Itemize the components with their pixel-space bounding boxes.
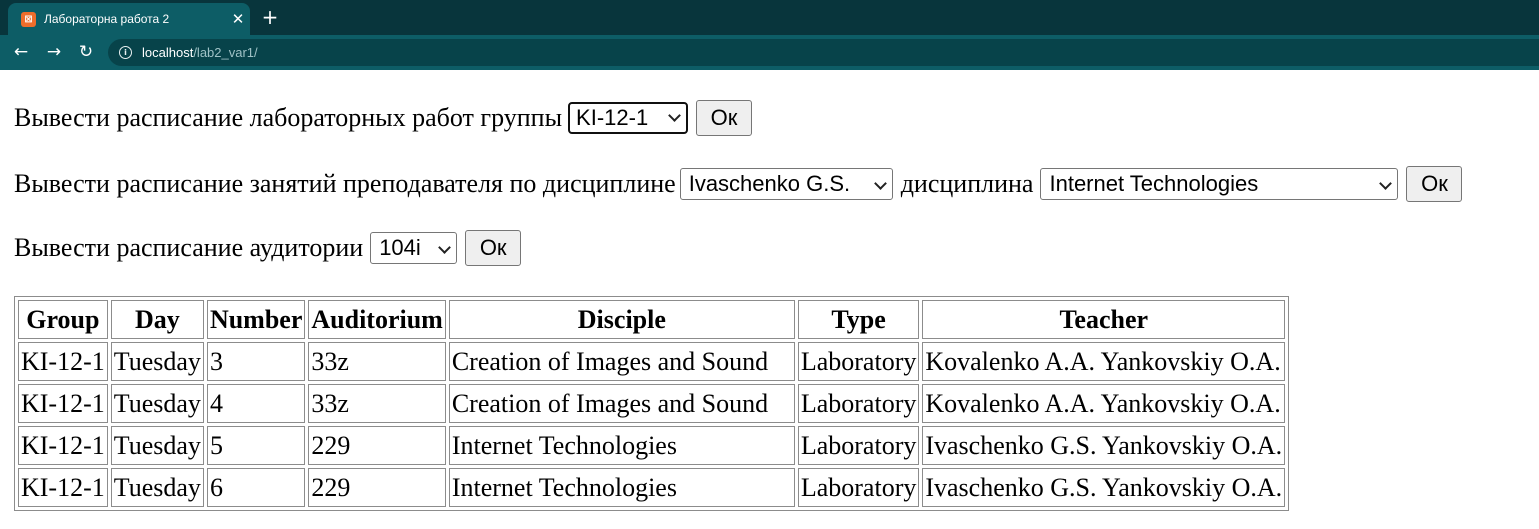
group-select-value: KI-12-1 xyxy=(576,105,649,130)
cell-teacher: Kovalenko A.A. Yankovskiy O.A. xyxy=(922,384,1286,423)
discipline-select[interactable]: Internet Technologies xyxy=(1040,168,1399,200)
cell-number: 6 xyxy=(206,468,306,507)
cell-type: Laboratory xyxy=(797,426,920,465)
cell-auditorium: 33z xyxy=(308,342,446,381)
table-row: KI-12-1 Tuesday 6 229 Internet Technolog… xyxy=(18,468,1286,507)
cell-disciple: Creation of Images and Sound xyxy=(448,384,795,423)
address-bar[interactable]: i localhost/lab2_var1/ xyxy=(108,39,1539,66)
cell-day: Tuesday xyxy=(110,384,204,423)
chevron-down-icon xyxy=(1379,177,1393,190)
cell-group: KI-12-1 xyxy=(18,468,108,507)
tab-title: Лабораторна работа 2 xyxy=(44,12,170,26)
discipline-select-value: Internet Technologies xyxy=(1049,171,1259,196)
cell-number: 4 xyxy=(206,384,306,423)
cell-disciple: Creation of Images and Sound xyxy=(448,342,795,381)
url-path: /lab2_var1/ xyxy=(193,45,258,60)
page-content: Вывести расписание лабораторных работ гр… xyxy=(0,70,1539,529)
group-form: Вывести расписание лабораторных работ гр… xyxy=(14,100,753,136)
cell-disciple: Internet Technologies xyxy=(448,468,795,507)
cell-type: Laboratory xyxy=(797,384,920,423)
tab-strip: ⊠ Лабораторна работа 2 ✕ + xyxy=(0,0,1539,35)
cell-teacher: Ivaschenko G.S. Yankovskiy O.A. xyxy=(922,426,1286,465)
auditorium-select[interactable]: 104i xyxy=(370,232,458,264)
cell-day: Tuesday xyxy=(110,468,204,507)
cell-group: KI-12-1 xyxy=(18,426,108,465)
auditorium-form-label: Вывести расписание аудитории xyxy=(14,233,364,262)
group-form-label: Вывести расписание лабораторных работ гр… xyxy=(14,103,563,132)
browser-tab[interactable]: ⊠ Лабораторна работа 2 ✕ xyxy=(8,3,250,35)
group-ok-button[interactable]: Ок xyxy=(696,100,753,136)
column-header-group: Group xyxy=(18,300,108,339)
chevron-down-icon xyxy=(668,109,681,122)
forward-arrow-icon[interactable]: → xyxy=(43,41,65,63)
column-header-number: Number xyxy=(206,300,306,339)
teacher-select[interactable]: Ivaschenko G.S. xyxy=(679,168,893,200)
cell-number: 5 xyxy=(206,426,306,465)
table-header-row: Group Day Number Auditorium Disciple Typ… xyxy=(18,300,1286,339)
cell-day: Tuesday xyxy=(110,426,204,465)
table-row: KI-12-1 Tuesday 5 229 Internet Technolog… xyxy=(18,426,1286,465)
close-icon[interactable]: ✕ xyxy=(228,9,248,29)
group-select[interactable]: KI-12-1 xyxy=(568,102,689,134)
cell-number: 3 xyxy=(206,342,306,381)
chevron-down-icon xyxy=(438,241,452,254)
column-header-teacher: Teacher xyxy=(922,300,1286,339)
cell-teacher: Kovalenko A.A. Yankovskiy O.A. xyxy=(922,342,1286,381)
info-icon[interactable]: i xyxy=(119,46,132,59)
plus-icon[interactable]: + xyxy=(260,6,280,28)
reload-icon[interactable]: ↻ xyxy=(75,41,97,63)
column-header-type: Type xyxy=(797,300,920,339)
auditorium-select-value: 104i xyxy=(379,235,421,260)
schedule-table: Group Day Number Auditorium Disciple Typ… xyxy=(14,296,1290,511)
teacher-ok-button[interactable]: Ок xyxy=(1406,166,1463,202)
back-arrow-icon[interactable]: ← xyxy=(10,41,32,63)
auditorium-ok-button[interactable]: Ок xyxy=(465,230,522,266)
cell-type: Laboratory xyxy=(797,468,920,507)
cell-day: Tuesday xyxy=(110,342,204,381)
cell-auditorium: 229 xyxy=(308,426,446,465)
chevron-down-icon xyxy=(873,177,887,190)
cell-group: KI-12-1 xyxy=(18,384,108,423)
column-header-auditorium: Auditorium xyxy=(308,300,446,339)
cell-auditorium: 33z xyxy=(308,384,446,423)
cell-auditorium: 229 xyxy=(308,468,446,507)
cell-group: KI-12-1 xyxy=(18,342,108,381)
cell-disciple: Internet Technologies xyxy=(448,426,795,465)
column-header-disciple: Disciple xyxy=(448,300,795,339)
cell-type: Laboratory xyxy=(797,342,920,381)
discipline-label: дисциплина xyxy=(900,169,1034,198)
table-row: KI-12-1 Tuesday 4 33z Creation of Images… xyxy=(18,384,1286,423)
teacher-form-label: Вывести расписание занятий преподавателя… xyxy=(14,169,676,198)
url-host: localhost xyxy=(142,45,194,60)
browser-toolbar: ← → ↻ i localhost/lab2_var1/ xyxy=(0,35,1539,70)
auditorium-form: Вывести расписание аудитории 104i Ок xyxy=(14,230,522,266)
teacher-select-value: Ivaschenko G.S. xyxy=(688,171,851,196)
teacher-form: Вывести расписание занятий преподавателя… xyxy=(14,166,1463,202)
url-text[interactable]: localhost/lab2_var1/ xyxy=(142,44,258,61)
table-row: KI-12-1 Tuesday 3 33z Creation of Images… xyxy=(18,342,1286,381)
column-header-day: Day xyxy=(110,300,204,339)
cell-teacher: Ivaschenko G.S. Yankovskiy O.A. xyxy=(922,468,1286,507)
xampp-icon: ⊠ xyxy=(21,12,36,27)
